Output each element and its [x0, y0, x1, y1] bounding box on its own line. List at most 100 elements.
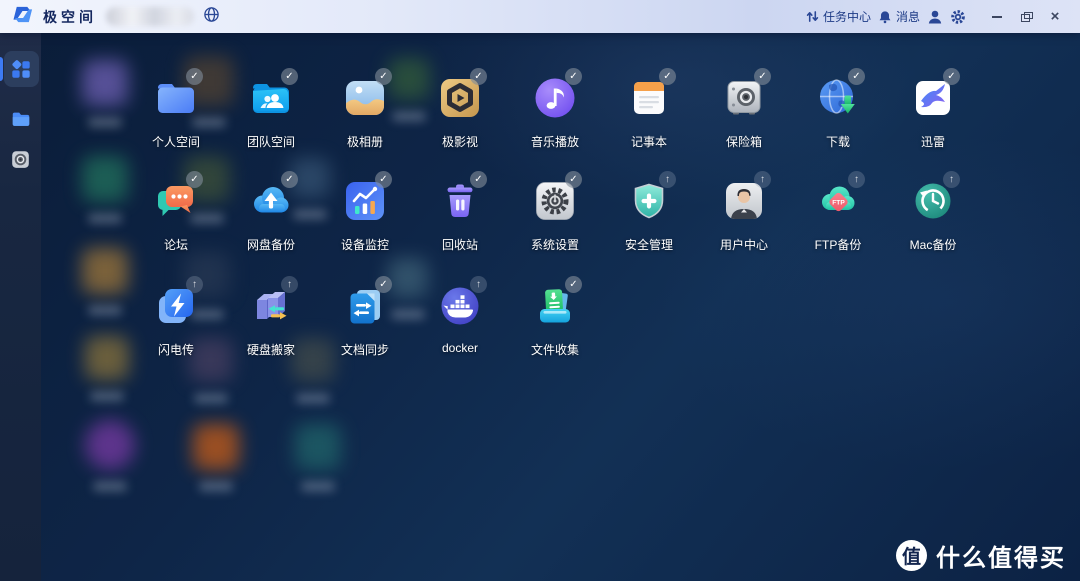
app-system-settings[interactable]: ✓ 系统设置 — [510, 178, 600, 253]
app-photo-album[interactable]: ✓ 极相册 — [320, 75, 410, 150]
app-label: 极影视 — [415, 133, 505, 150]
installed-badge-icon: ✓ — [565, 171, 582, 188]
system-settings-icon: ✓ — [532, 178, 578, 224]
sidebar-item-apps[interactable] — [0, 49, 41, 89]
photo-album-icon: ✓ — [342, 75, 388, 121]
installed-badge-icon: ✓ — [375, 276, 392, 293]
app-label: 闪电传 — [131, 341, 221, 358]
app-forum[interactable]: ✓ 论坛 — [131, 178, 221, 253]
minimize-icon — [992, 16, 1002, 18]
app-safe-box[interactable]: ✓ 保险箱 — [699, 75, 789, 150]
messages-label: 消息 — [896, 8, 920, 25]
app-label: 记事本 — [604, 133, 694, 150]
team-space-icon: ✓ — [248, 75, 294, 121]
messages-button[interactable]: 消息 — [878, 8, 920, 25]
app-user-center[interactable]: ↑ 用户中心 — [699, 178, 789, 253]
music-player-icon: ✓ — [532, 75, 578, 121]
settings-button[interactable] — [950, 9, 966, 25]
minimize-button[interactable] — [986, 7, 1008, 27]
sort-arrows-icon — [806, 10, 819, 23]
update-badge-icon: ↑ — [943, 171, 960, 188]
installed-badge-icon: ✓ — [281, 68, 298, 85]
app-file-collect[interactable]: ✓ 文件收集 — [510, 283, 600, 358]
app-mac-backup[interactable]: ↑ Mac备份 — [888, 178, 978, 253]
app-xunlei[interactable]: ✓ 迅雷 — [888, 75, 978, 150]
recycle-bin-icon: ✓ — [437, 178, 483, 224]
app-label: Mac备份 — [888, 236, 978, 253]
app-label: 保险箱 — [699, 133, 789, 150]
installed-badge-icon: ✓ — [659, 68, 676, 85]
installed-badge-icon: ✓ — [943, 68, 960, 85]
svg-text:FTP: FTP — [832, 200, 845, 207]
person-icon — [927, 9, 943, 25]
app-label: 用户中心 — [699, 236, 789, 253]
sidebar-item-backup-disc[interactable] — [0, 139, 41, 179]
globe-icon[interactable] — [203, 6, 220, 28]
restore-button[interactable] — [1015, 7, 1037, 27]
app-team-space[interactable]: ✓ 团队空间 — [226, 75, 316, 150]
app-notepad[interactable]: ✓ 记事本 — [604, 75, 694, 150]
app-label: 极相册 — [320, 133, 410, 150]
doc-sync-icon: ✓ — [342, 283, 388, 329]
download-icon: ✓ — [815, 75, 861, 121]
app-label: 音乐播放 — [510, 133, 600, 150]
app-flash-transfer[interactable]: ↑ 闪电传 — [131, 283, 221, 358]
app-ftp-backup[interactable]: FTP ↑ FTP备份 — [793, 178, 883, 253]
app-disk-migration[interactable]: ↑ 硬盘搬家 — [226, 283, 316, 358]
app-docker[interactable]: ↑ docker — [415, 283, 505, 355]
ftp-backup-icon: FTP ↑ — [815, 178, 861, 224]
xunlei-bird-icon: ✓ — [910, 75, 956, 121]
installed-badge-icon: ✓ — [848, 68, 865, 85]
app-label: 文件收集 — [510, 341, 600, 358]
app-label: 下载 — [793, 133, 883, 150]
app-device-monitor[interactable]: ✓ 设备监控 — [320, 178, 410, 253]
app-music-player[interactable]: ✓ 音乐播放 — [510, 75, 600, 150]
close-button[interactable]: × — [1044, 7, 1066, 27]
mac-backup-icon: ↑ — [910, 178, 956, 224]
app-doc-sync[interactable]: ✓ 文档同步 — [320, 283, 410, 358]
installed-badge-icon: ✓ — [281, 171, 298, 188]
app-label: docker — [415, 341, 505, 355]
gear-icon — [950, 9, 966, 25]
titlebar: 极空间 任务中心 消息 — [0, 0, 1080, 33]
update-badge-icon: ↑ — [659, 171, 676, 188]
app-personal-space[interactable]: ✓ 个人空间 — [131, 75, 221, 150]
app-label: 设备监控 — [320, 236, 410, 253]
installed-badge-icon: ✓ — [375, 68, 392, 85]
update-badge-icon: ↑ — [470, 276, 487, 293]
app-label: 个人空间 — [131, 133, 221, 150]
cloud-backup-icon: ✓ — [248, 178, 294, 224]
app-label: 安全管理 — [604, 236, 694, 253]
user-center-icon: ↑ — [721, 178, 767, 224]
app-grid: ✓ 个人空间 ✓ 团队空间 — [41, 33, 1080, 581]
app-label: 论坛 — [131, 236, 221, 253]
sidebar-item-files[interactable] — [0, 99, 41, 139]
app-download[interactable]: ✓ 下载 — [793, 75, 883, 150]
sidebar — [0, 33, 41, 581]
username-blurred[interactable] — [106, 7, 194, 26]
app-title: 极空间 — [43, 7, 97, 27]
zspace-logo-icon — [11, 3, 34, 31]
update-badge-icon: ↑ — [848, 171, 865, 188]
installed-badge-icon: ✓ — [186, 171, 203, 188]
zspace-desktop: 极空间 任务中心 消息 — [0, 0, 1080, 581]
app-movies[interactable]: ✓ 极影视 — [415, 75, 505, 150]
smzdm-watermark-text: 什么值得买 — [936, 538, 1066, 573]
task-center-label: 任务中心 — [823, 8, 871, 25]
disk-migration-icon: ↑ — [248, 283, 294, 329]
app-label: 文档同步 — [320, 341, 410, 358]
installed-badge-icon: ✓ — [565, 68, 582, 85]
folder-icon — [10, 108, 32, 130]
forum-icon: ✓ — [153, 178, 199, 224]
app-cloud-backup[interactable]: ✓ 网盘备份 — [226, 178, 316, 253]
app-recycle-bin[interactable]: ✓ 回收站 — [415, 178, 505, 253]
installed-badge-icon: ✓ — [375, 171, 392, 188]
app-label: 回收站 — [415, 236, 505, 253]
task-center-button[interactable]: 任务中心 — [806, 8, 871, 25]
user-account-button[interactable] — [927, 9, 943, 25]
docker-icon: ↑ — [437, 283, 483, 329]
installed-badge-icon: ✓ — [470, 171, 487, 188]
app-security[interactable]: ↑ 安全管理 — [604, 178, 694, 253]
update-badge-icon: ↑ — [754, 171, 771, 188]
installed-badge-icon: ✓ — [754, 68, 771, 85]
